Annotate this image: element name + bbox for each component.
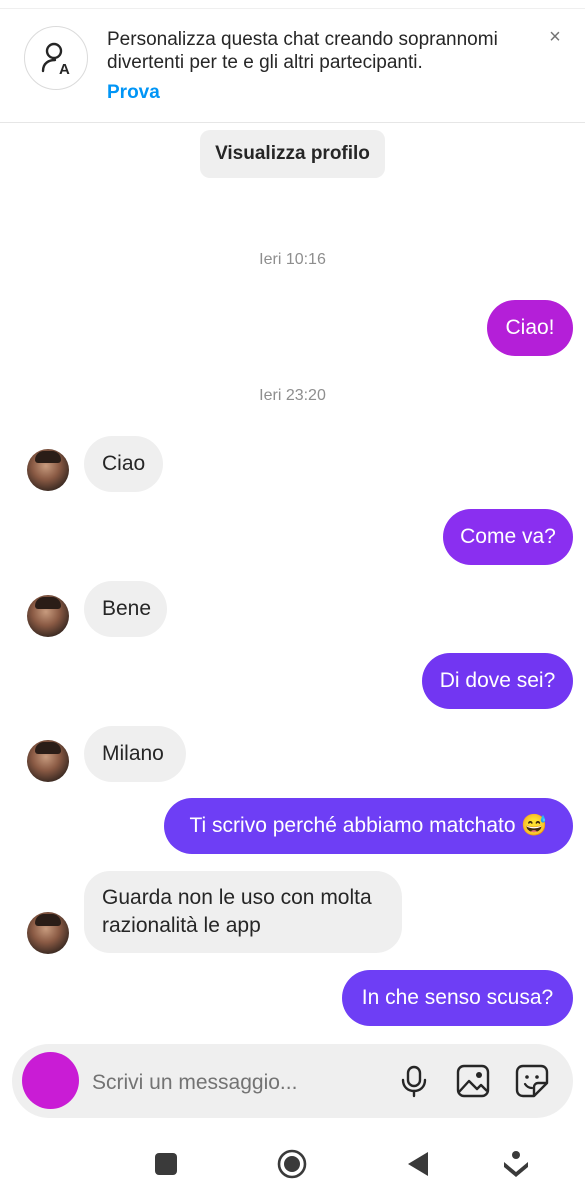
try-link[interactable]: Prova	[107, 82, 160, 104]
gallery-icon[interactable]	[455, 1063, 491, 1099]
message-incoming[interactable]: Milano	[84, 726, 186, 782]
message-outgoing[interactable]: In che senso scusa?	[342, 970, 573, 1026]
camera-button[interactable]	[22, 1052, 79, 1109]
message-incoming[interactable]: Bene	[84, 581, 167, 637]
message-composer	[12, 1044, 573, 1118]
nickname-banner: A Personalizza questa chat creando sopra…	[0, 8, 585, 123]
message-input[interactable]	[90, 1068, 334, 1098]
home-icon[interactable]	[276, 1148, 308, 1180]
message-incoming[interactable]: Ciao	[84, 436, 163, 492]
system-navigation-bar	[0, 1130, 585, 1200]
assistant-icon[interactable]	[500, 1148, 532, 1180]
svg-text:A: A	[59, 61, 70, 77]
back-icon[interactable]	[402, 1148, 434, 1180]
close-icon[interactable]: ×	[544, 26, 566, 48]
recents-icon[interactable]	[150, 1148, 182, 1180]
view-profile-button[interactable]: Visualizza profilo	[200, 130, 385, 178]
timestamp: Ieri 10:16	[259, 251, 326, 268]
message-outgoing[interactable]: Ti scrivo perché abbiamo matchato 😅	[164, 798, 573, 854]
message-outgoing[interactable]: Di dove sei?	[422, 653, 573, 709]
message-outgoing[interactable]: Come va?	[443, 509, 573, 565]
avatar[interactable]	[27, 740, 69, 782]
timestamp: Ieri 23:20	[259, 387, 326, 404]
microphone-icon[interactable]	[396, 1063, 432, 1099]
sticker-icon[interactable]	[514, 1063, 550, 1099]
message-incoming[interactable]: Guarda non le uso con molta razionalità …	[84, 871, 402, 953]
avatar[interactable]	[27, 595, 69, 637]
nickname-icon: A	[24, 26, 88, 90]
banner-message: Personalizza questa chat creando soprann…	[107, 29, 498, 73]
avatar[interactable]	[27, 449, 69, 491]
avatar[interactable]	[27, 912, 69, 954]
message-outgoing[interactable]: Ciao!	[487, 300, 573, 356]
